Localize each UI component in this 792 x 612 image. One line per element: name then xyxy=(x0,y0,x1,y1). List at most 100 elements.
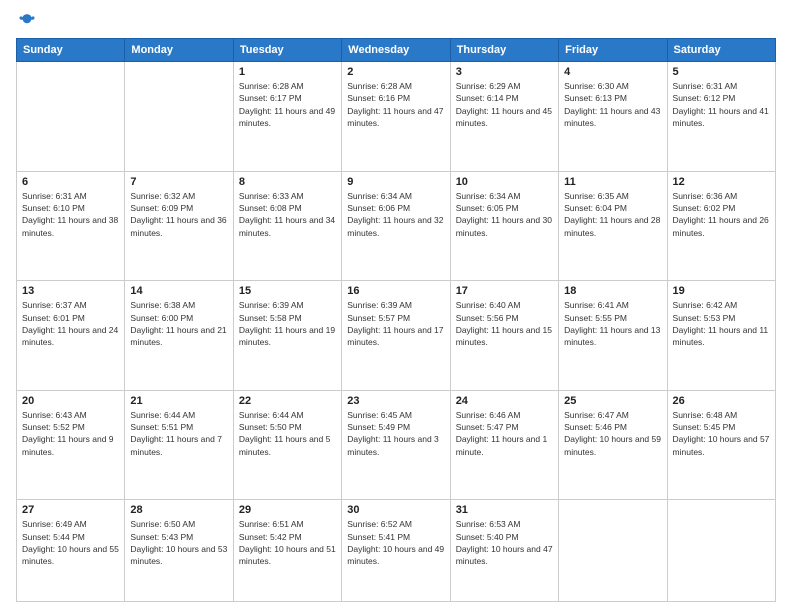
day-number: 20 xyxy=(22,395,119,407)
day-number: 22 xyxy=(239,395,336,407)
calendar-week-row: 20 Sunrise: 6:43 AMSunset: 5:52 PMDayligh… xyxy=(17,390,776,500)
day-number: 6 xyxy=(22,176,119,188)
day-info: Sunrise: 6:39 AMSunset: 5:57 PMDaylight:… xyxy=(347,299,444,348)
day-info: Sunrise: 6:28 AMSunset: 6:16 PMDaylight:… xyxy=(347,80,444,129)
day-number: 4 xyxy=(564,66,661,78)
day-info: Sunrise: 6:42 AMSunset: 5:53 PMDaylight:… xyxy=(673,299,770,348)
day-number: 23 xyxy=(347,395,444,407)
calendar-cell: 8 Sunrise: 6:33 AMSunset: 6:08 PMDaylight… xyxy=(233,171,341,281)
calendar-cell: 9Sunrise: 6:34 AMSunset: 6:06 PMDaylight… xyxy=(342,171,450,281)
day-info: Sunrise: 6:46 AMSunset: 5:47 PMDaylight:… xyxy=(456,409,553,458)
calendar-cell: 7 Sunrise: 6:32 AMSunset: 6:09 PMDaylight… xyxy=(125,171,233,281)
day-number: 10 xyxy=(456,176,553,188)
day-info: Sunrise: 6:28 AMSunset: 6:17 PMDaylight:… xyxy=(239,80,336,129)
calendar-cell: 16 Sunrise: 6:39 AMSunset: 5:57 PMDayligh… xyxy=(342,281,450,391)
day-number: 13 xyxy=(22,285,119,297)
calendar-cell xyxy=(559,500,667,602)
day-number: 5 xyxy=(673,66,770,78)
calendar-cell: 13 Sunrise: 6:37 AMSunset: 6:01 PMDayligh… xyxy=(17,281,125,391)
day-info: Sunrise: 6:43 AMSunset: 5:52 PMDaylight:… xyxy=(22,409,119,458)
day-info: Sunrise: 6:31 AMSunset: 6:12 PMDaylight:… xyxy=(673,80,770,129)
day-info: Sunrise: 6:49 AMSunset: 5:44 PMDaylight:… xyxy=(22,518,119,567)
day-info: Sunrise: 6:48 AMSunset: 5:45 PMDaylight:… xyxy=(673,409,770,458)
day-number: 14 xyxy=(130,285,227,297)
calendar-week-row: 13 Sunrise: 6:37 AMSunset: 6:01 PMDayligh… xyxy=(17,281,776,391)
calendar-cell: 27 Sunrise: 6:49 AMSunset: 5:44 PMDayligh… xyxy=(17,500,125,602)
calendar-cell: 10Sunrise: 6:34 AMSunset: 6:05 PMDayligh… xyxy=(450,171,558,281)
calendar-cell: 6 Sunrise: 6:31 AMSunset: 6:10 PMDaylight… xyxy=(17,171,125,281)
calendar-cell: 4 Sunrise: 6:30 AMSunset: 6:13 PMDaylight… xyxy=(559,62,667,172)
calendar-week-row: 6 Sunrise: 6:31 AMSunset: 6:10 PMDaylight… xyxy=(17,171,776,281)
day-number: 7 xyxy=(130,176,227,188)
day-number: 8 xyxy=(239,176,336,188)
day-info: Sunrise: 6:39 AMSunset: 5:58 PMDaylight:… xyxy=(239,299,336,348)
day-info: Sunrise: 6:35 AMSunset: 6:04 PMDaylight:… xyxy=(564,190,661,239)
day-number: 2 xyxy=(347,66,444,78)
day-info: Sunrise: 6:53 AMSunset: 5:40 PMDaylight:… xyxy=(456,518,553,567)
logo-bird-icon xyxy=(18,12,36,30)
day-info: Sunrise: 6:44 AMSunset: 5:51 PMDaylight:… xyxy=(130,409,227,458)
day-info: Sunrise: 6:29 AMSunset: 6:14 PMDaylight:… xyxy=(456,80,553,129)
calendar-cell: 24 Sunrise: 6:46 AMSunset: 5:47 PMDayligh… xyxy=(450,390,558,500)
calendar-header-row: SundayMondayTuesdayWednesdayThursdayFrid… xyxy=(17,39,776,62)
day-number: 29 xyxy=(239,504,336,516)
calendar-cell: 19 Sunrise: 6:42 AMSunset: 5:53 PMDayligh… xyxy=(667,281,775,391)
calendar-cell: 2 Sunrise: 6:28 AMSunset: 6:16 PMDaylight… xyxy=(342,62,450,172)
calendar-week-row: 27 Sunrise: 6:49 AMSunset: 5:44 PMDayligh… xyxy=(17,500,776,602)
day-number: 12 xyxy=(673,176,770,188)
day-number: 19 xyxy=(673,285,770,297)
calendar-cell: 26 Sunrise: 6:48 AMSunset: 5:45 PMDayligh… xyxy=(667,390,775,500)
page: SundayMondayTuesdayWednesdayThursdayFrid… xyxy=(0,0,792,612)
calendar-cell: 14 Sunrise: 6:38 AMSunset: 6:00 PMDayligh… xyxy=(125,281,233,391)
day-info: Sunrise: 6:47 AMSunset: 5:46 PMDaylight:… xyxy=(564,409,661,458)
calendar-cell: 23 Sunrise: 6:45 AMSunset: 5:49 PMDayligh… xyxy=(342,390,450,500)
day-number: 27 xyxy=(22,504,119,516)
day-number: 15 xyxy=(239,285,336,297)
calendar-table: SundayMondayTuesdayWednesdayThursdayFrid… xyxy=(16,38,776,602)
day-number: 1 xyxy=(239,66,336,78)
day-info: Sunrise: 6:51 AMSunset: 5:42 PMDaylight:… xyxy=(239,518,336,567)
day-info: Sunrise: 6:50 AMSunset: 5:43 PMDaylight:… xyxy=(130,518,227,567)
calendar-cell: 31 Sunrise: 6:53 AMSunset: 5:40 PMDayligh… xyxy=(450,500,558,602)
day-number: 21 xyxy=(130,395,227,407)
calendar-cell xyxy=(17,62,125,172)
calendar-cell: 17 Sunrise: 6:40 AMSunset: 5:56 PMDayligh… xyxy=(450,281,558,391)
day-info: Sunrise: 6:45 AMSunset: 5:49 PMDaylight:… xyxy=(347,409,444,458)
calendar-cell: 5 Sunrise: 6:31 AMSunset: 6:12 PMDaylight… xyxy=(667,62,775,172)
day-info: Sunrise: 6:32 AMSunset: 6:09 PMDaylight:… xyxy=(130,190,227,239)
calendar-cell xyxy=(125,62,233,172)
day-number: 24 xyxy=(456,395,553,407)
day-info: Sunrise: 6:31 AMSunset: 6:10 PMDaylight:… xyxy=(22,190,119,239)
day-number: 9 xyxy=(347,176,444,188)
calendar-cell: 15 Sunrise: 6:39 AMSunset: 5:58 PMDayligh… xyxy=(233,281,341,391)
calendar-header-friday: Friday xyxy=(559,39,667,62)
day-info: Sunrise: 6:52 AMSunset: 5:41 PMDaylight:… xyxy=(347,518,444,567)
calendar-header-sunday: Sunday xyxy=(17,39,125,62)
calendar-header-thursday: Thursday xyxy=(450,39,558,62)
day-number: 25 xyxy=(564,395,661,407)
day-info: Sunrise: 6:40 AMSunset: 5:56 PMDaylight:… xyxy=(456,299,553,348)
calendar-cell: 28 Sunrise: 6:50 AMSunset: 5:43 PMDayligh… xyxy=(125,500,233,602)
day-number: 17 xyxy=(456,285,553,297)
day-number: 18 xyxy=(564,285,661,297)
day-number: 16 xyxy=(347,285,444,297)
day-info: Sunrise: 6:44 AMSunset: 5:50 PMDaylight:… xyxy=(239,409,336,458)
calendar-cell: 30 Sunrise: 6:52 AMSunset: 5:41 PMDayligh… xyxy=(342,500,450,602)
day-number: 11 xyxy=(564,176,661,188)
calendar-cell: 29 Sunrise: 6:51 AMSunset: 5:42 PMDayligh… xyxy=(233,500,341,602)
day-info: Sunrise: 6:33 AMSunset: 6:08 PMDaylight:… xyxy=(239,190,336,239)
day-info: Sunrise: 6:37 AMSunset: 6:01 PMDaylight:… xyxy=(22,299,119,348)
day-info: Sunrise: 6:36 AMSunset: 6:02 PMDaylight:… xyxy=(673,190,770,239)
day-info: Sunrise: 6:30 AMSunset: 6:13 PMDaylight:… xyxy=(564,80,661,129)
calendar-header-tuesday: Tuesday xyxy=(233,39,341,62)
day-number: 31 xyxy=(456,504,553,516)
day-number: 3 xyxy=(456,66,553,78)
day-number: 30 xyxy=(347,504,444,516)
calendar-cell: 12 Sunrise: 6:36 AMSunset: 6:02 PMDayligh… xyxy=(667,171,775,281)
day-number: 28 xyxy=(130,504,227,516)
calendar-cell: 11 Sunrise: 6:35 AMSunset: 6:04 PMDayligh… xyxy=(559,171,667,281)
day-info: Sunrise: 6:38 AMSunset: 6:00 PMDaylight:… xyxy=(130,299,227,348)
header xyxy=(16,12,776,30)
calendar-cell: 25 Sunrise: 6:47 AMSunset: 5:46 PMDayligh… xyxy=(559,390,667,500)
day-number: 26 xyxy=(673,395,770,407)
